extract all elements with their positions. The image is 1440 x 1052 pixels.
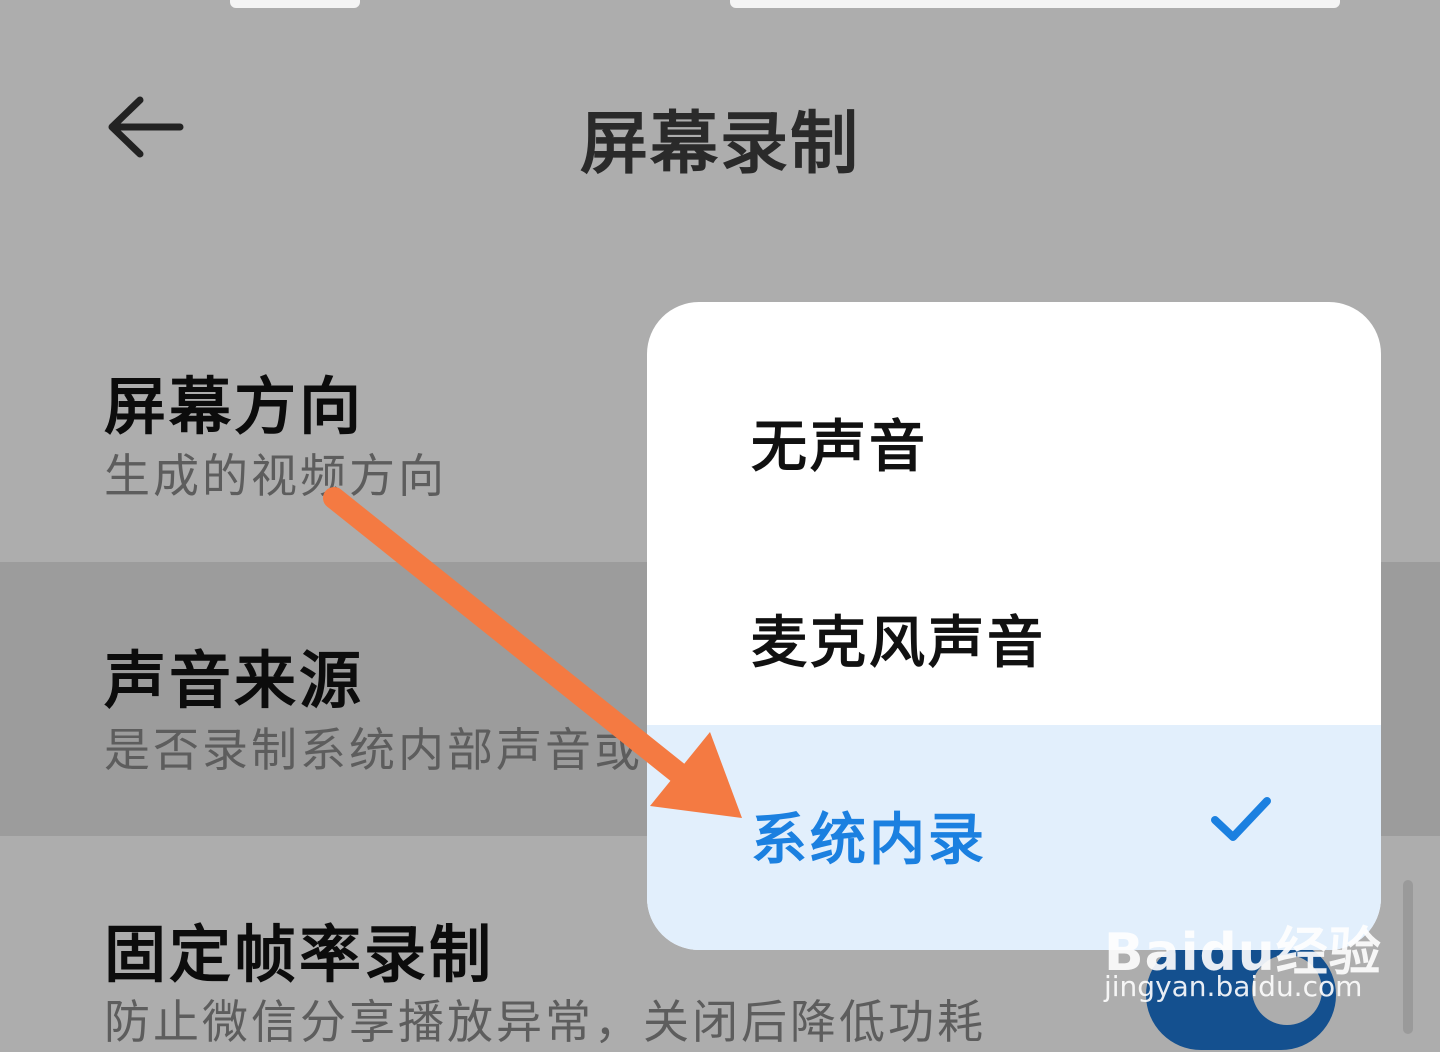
audio-source-popup-menu: 无声音 麦克风声音 系统内录: [647, 302, 1381, 950]
setting-title: 固定帧率录制: [104, 918, 495, 991]
option-label: 无声音: [751, 415, 928, 480]
page-title: 屏幕录制: [579, 105, 860, 184]
watermark-url: jingyan.baidu.com: [1104, 970, 1363, 1003]
setting-title: 屏幕方向: [104, 370, 365, 443]
popup-option-no-sound[interactable]: 无声音: [647, 332, 1381, 528]
status-bar-time: [230, 0, 360, 8]
app-bar: 屏幕录制: [0, 60, 1440, 200]
setting-subtitle: 防止微信分享播放异常，关闭后降低功耗: [104, 995, 986, 1049]
popup-option-microphone[interactable]: 麦克风声音: [647, 528, 1381, 724]
setting-subtitle: 是否录制系统内部声音或: [104, 723, 643, 777]
setting-subtitle: 生成的视频方向: [104, 449, 447, 503]
option-label: 麦克风声音: [751, 611, 1046, 676]
setting-title: 声音来源: [104, 644, 365, 717]
check-icon: [1211, 797, 1271, 841]
status-bar: [0, 0, 1440, 14]
option-label: 系统内录: [751, 808, 987, 873]
scroll-indicator: [1403, 880, 1413, 1034]
status-bar-icons: [730, 0, 1340, 8]
baidu-watermark: Baidu经验 jingyan.baidu.com: [1104, 870, 1381, 1020]
